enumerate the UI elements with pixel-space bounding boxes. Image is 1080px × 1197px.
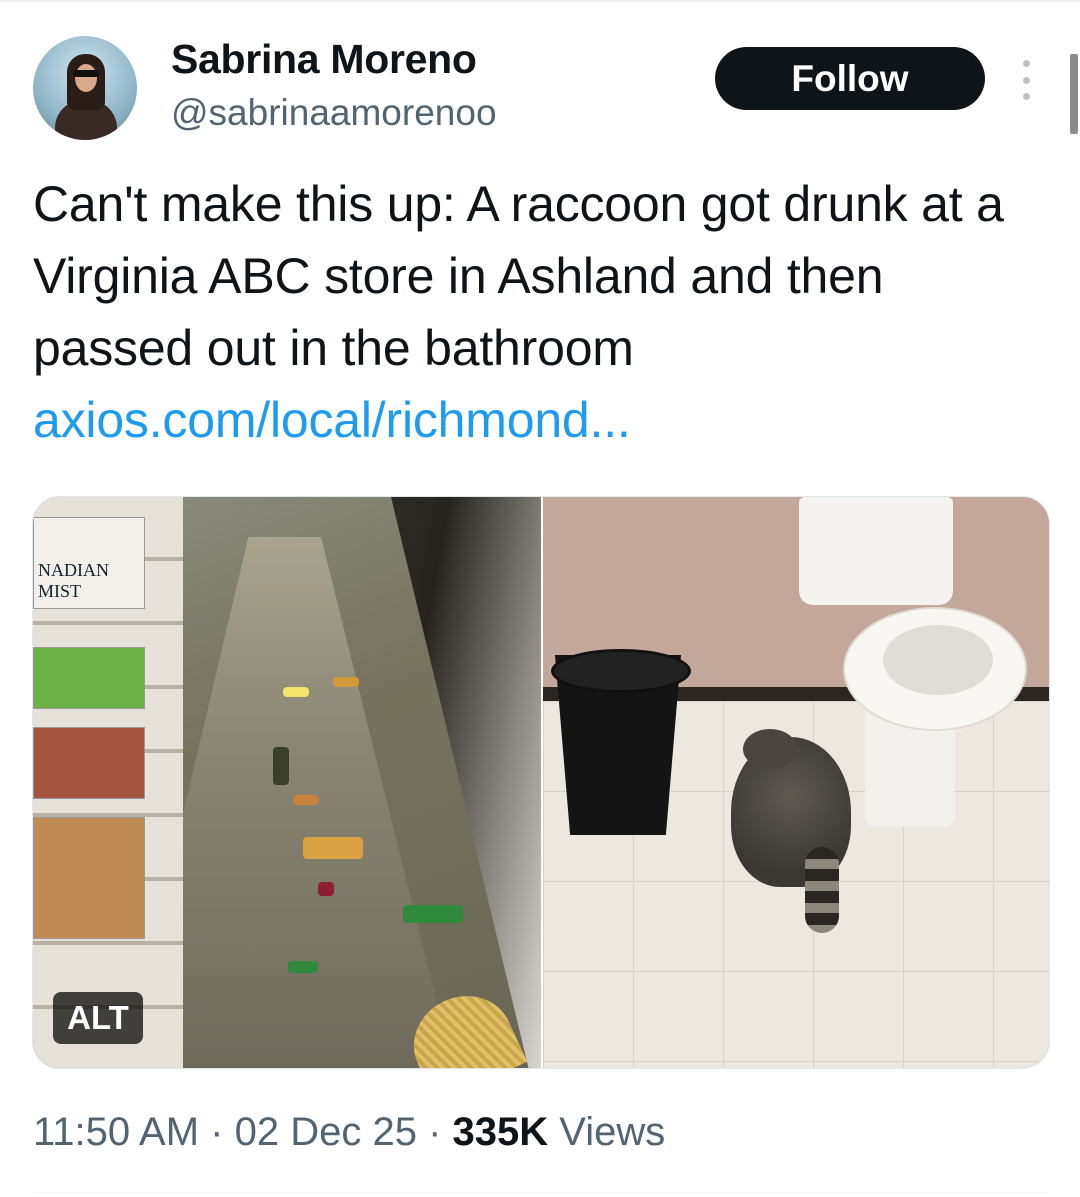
bottle-shape bbox=[333, 677, 359, 687]
meta-separator: · bbox=[428, 1110, 442, 1154]
tweet-body: Can't make this up: A raccoon got drunk … bbox=[33, 176, 1004, 376]
toilet-tank bbox=[799, 497, 953, 605]
shelf-box: NADIAN MIST bbox=[33, 517, 145, 609]
toilet-seat-opening bbox=[883, 625, 993, 695]
bottom-divider bbox=[33, 1192, 1048, 1193]
more-dot bbox=[1022, 76, 1030, 84]
bottle-shape bbox=[283, 687, 309, 697]
meta-separator: · bbox=[210, 1110, 224, 1154]
views-label: Views bbox=[559, 1110, 666, 1154]
alt-badge[interactable]: ALT bbox=[53, 992, 143, 1044]
tweet-meta: 11:50 AM · 02 Dec 25 · 335K Views bbox=[33, 1110, 665, 1155]
shelf-box bbox=[33, 647, 145, 709]
raccoon-head bbox=[743, 729, 797, 769]
views-count[interactable]: 335K bbox=[453, 1110, 549, 1154]
top-divider bbox=[0, 0, 1080, 2]
broken-glass-shape bbox=[288, 961, 318, 973]
bottle-shape bbox=[303, 837, 363, 859]
raccoon-tail bbox=[805, 847, 839, 933]
photo-liquor-aisle[interactable]: NADIAN MIST ALT bbox=[33, 497, 541, 1068]
tweet-text: Can't make this up: A raccoon got drunk … bbox=[33, 168, 1043, 456]
avatar-glasses-shape bbox=[73, 70, 99, 77]
tweet-media[interactable]: NADIAN MIST ALT bbox=[32, 496, 1050, 1069]
bottle-shape bbox=[293, 795, 319, 805]
shelf-box bbox=[33, 817, 145, 939]
user-handle[interactable]: @sabrinaamorenoo bbox=[171, 92, 497, 134]
bottle-shape bbox=[318, 882, 334, 896]
follow-button[interactable]: Follow bbox=[715, 47, 985, 110]
trash-bin-rim bbox=[551, 649, 691, 693]
bottle-shape bbox=[273, 747, 289, 785]
display-name[interactable]: Sabrina Moreno bbox=[171, 36, 477, 83]
more-dot bbox=[1022, 93, 1030, 100]
scrollbar[interactable] bbox=[1070, 54, 1078, 134]
shelf-box bbox=[33, 727, 145, 799]
shelf-box-label: NADIAN MIST bbox=[38, 560, 109, 601]
left-shelf: NADIAN MIST bbox=[33, 497, 183, 1068]
avatar-face-shape bbox=[75, 64, 97, 92]
photo-raccoon-bathroom[interactable] bbox=[543, 497, 1049, 1068]
broken-glass-shape bbox=[403, 905, 463, 923]
tweet-time[interactable]: 11:50 AM bbox=[33, 1110, 199, 1154]
more-vertical-icon[interactable] bbox=[1016, 60, 1036, 100]
tweet-link[interactable]: axios.com/local/richmond... bbox=[33, 384, 1043, 456]
more-dot bbox=[1022, 60, 1030, 67]
avatar[interactable] bbox=[33, 36, 137, 140]
tweet-date[interactable]: 02 Dec 25 bbox=[235, 1110, 417, 1154]
